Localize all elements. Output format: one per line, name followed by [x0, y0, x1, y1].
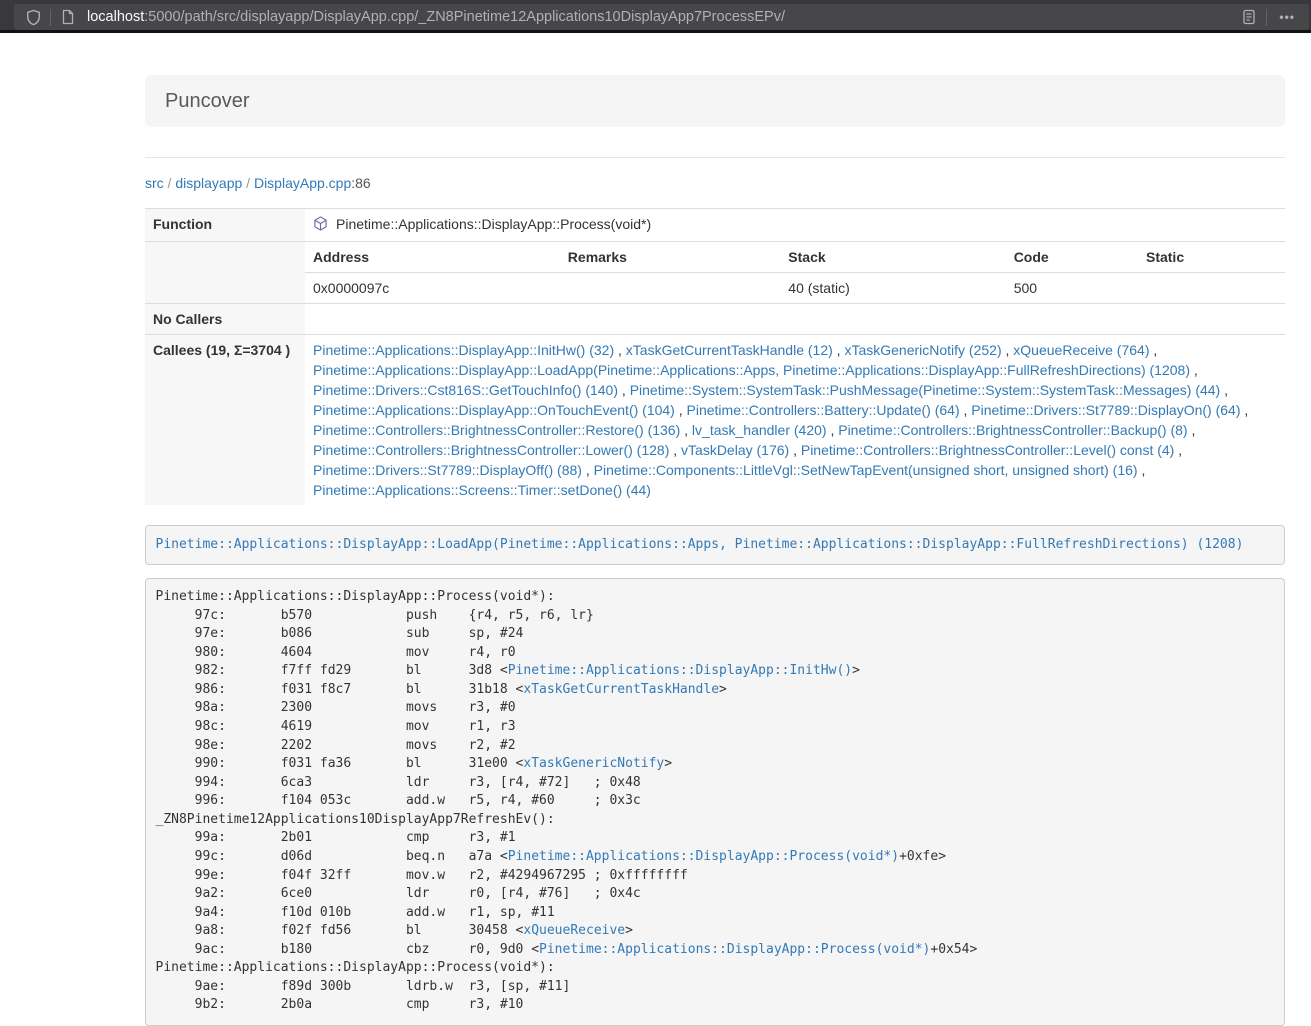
callee-separator: , — [827, 422, 839, 438]
callee-link[interactable]: xQueueReceive (764) — [1013, 342, 1149, 358]
breadcrumb: src / displayapp / DisplayApp.cpp:86 — [145, 173, 1285, 193]
stats-row-label — [145, 242, 305, 304]
callers-row: No Callers — [145, 304, 1285, 335]
value-remarks — [560, 273, 781, 304]
callee-link[interactable]: Pinetime::Controllers::BrightnessControl… — [313, 442, 669, 458]
breadcrumb-link[interactable]: DisplayApp.cpp — [254, 175, 351, 191]
callee-separator: , — [1188, 422, 1196, 438]
stats-cell: Address Remarks Stack Code Static 0x0000… — [305, 242, 1285, 304]
shield-icon[interactable] — [20, 6, 46, 28]
highlighted-callee-link[interactable]: Pinetime::Applications::DisplayApp::Load… — [156, 537, 1244, 552]
col-address: Address — [305, 242, 560, 273]
cube-icon — [313, 218, 328, 234]
url-path: :5000/path/src/displayapp/DisplayApp.cpp… — [144, 9, 785, 25]
page-title: Puncover — [165, 88, 1265, 114]
callee-separator: , — [789, 442, 801, 458]
callee-link[interactable]: xTaskGetCurrentTaskHandle (12) — [626, 342, 833, 358]
function-detail-table: Function Pinetime::Applications::Display… — [145, 208, 1285, 505]
callee-link[interactable]: Pinetime::Drivers::Cst816S::GetTouchInfo… — [313, 382, 618, 398]
callee-separator: , — [680, 422, 692, 438]
reader-mode-icon[interactable] — [1236, 6, 1262, 28]
divider — [145, 157, 1285, 158]
callee-link[interactable]: vTaskDelay (176) — [681, 442, 789, 458]
asm-symbol-link[interactable]: xQueueReceive — [523, 923, 625, 938]
callee-separator: , — [1174, 442, 1182, 458]
asm-symbol-link[interactable]: Pinetime::Applications::DisplayApp::Proc… — [539, 942, 930, 957]
page-actions-menu-icon[interactable]: ••• — [1271, 10, 1303, 24]
value-static — [1138, 273, 1285, 304]
function-row: Function Pinetime::Applications::Display… — [145, 209, 1285, 242]
callee-link[interactable]: Pinetime::Applications::DisplayApp::Init… — [313, 342, 614, 358]
callee-separator: , — [618, 382, 630, 398]
callee-link[interactable]: Pinetime::Controllers::BrightnessControl… — [838, 422, 1187, 438]
asm-symbol-link[interactable]: xTaskGetCurrentTaskHandle — [523, 682, 719, 697]
value-code: 500 — [1006, 273, 1138, 304]
col-remarks: Remarks — [560, 242, 781, 273]
callee-separator: , — [1138, 462, 1146, 478]
callee-link[interactable]: Pinetime::Applications::DisplayApp::Load… — [313, 362, 1190, 378]
callees-label: Callees (19, Σ=3704 ) — [145, 335, 305, 506]
callees-cell: Pinetime::Applications::DisplayApp::Init… — [305, 335, 1285, 506]
callee-separator: , — [582, 462, 594, 478]
asm-symbol-link[interactable]: xTaskGenericNotify — [523, 756, 664, 771]
assembly-listing: Pinetime::Applications::DisplayApp::Proc… — [145, 578, 1285, 1026]
stats-values-row: 0x0000097c 40 (static) 500 — [305, 273, 1285, 304]
callers-cell — [305, 304, 1285, 335]
callee-separator: , — [1190, 362, 1198, 378]
callee-link[interactable]: Pinetime::Applications::DisplayApp::OnTo… — [313, 402, 675, 418]
col-stack: Stack — [780, 242, 1005, 273]
col-code: Code — [1006, 242, 1138, 273]
browser-chrome: localhost:5000/path/src/displayapp/Displ… — [0, 0, 1311, 33]
callee-link[interactable]: Pinetime::System::SystemTask::PushMessag… — [630, 382, 1221, 398]
asm-symbol-link[interactable]: Pinetime::Applications::DisplayApp::Init… — [508, 663, 852, 678]
breadcrumb-link[interactable]: src — [145, 175, 164, 191]
value-address: 0x0000097c — [305, 273, 560, 304]
function-name-cell: Pinetime::Applications::DisplayApp::Proc… — [305, 209, 1285, 242]
breadcrumb-separator: / — [242, 175, 254, 191]
callee-link[interactable]: xTaskGenericNotify (252) — [844, 342, 1001, 358]
callee-link[interactable]: lv_task_handler (420) — [692, 422, 827, 438]
breadcrumb-line-number: :86 — [351, 175, 370, 191]
callee-separator: , — [1241, 402, 1249, 418]
value-stack: 40 (static) — [780, 273, 1005, 304]
callee-separator: , — [675, 402, 687, 418]
asm-symbol-link[interactable]: Pinetime::Applications::DisplayApp::Proc… — [508, 849, 899, 864]
callers-label: No Callers — [145, 304, 305, 335]
callee-separator: , — [1149, 342, 1157, 358]
callees-row: Callees (19, Σ=3704 ) Pinetime::Applicat… — [145, 335, 1285, 506]
callee-separator: , — [1002, 342, 1014, 358]
callee-link[interactable]: Pinetime::Controllers::BrightnessControl… — [313, 422, 680, 438]
app-header: Puncover — [145, 75, 1285, 127]
url-bar-divider — [50, 9, 51, 26]
stats-row: Address Remarks Stack Code Static 0x0000… — [145, 242, 1285, 304]
callee-separator: , — [614, 342, 626, 358]
callee-link[interactable]: Pinetime::Applications::Screens::Timer::… — [313, 482, 651, 498]
url-bar[interactable]: localhost:5000/path/src/displayapp/Displ… — [14, 4, 1309, 30]
callee-link[interactable]: Pinetime::Controllers::Battery::Update()… — [687, 402, 960, 418]
function-row-label: Function — [145, 209, 305, 242]
url-bar-divider — [1266, 9, 1267, 26]
callee-separator: , — [669, 442, 681, 458]
stats-table: Address Remarks Stack Code Static 0x0000… — [305, 242, 1285, 303]
stats-header-row: Address Remarks Stack Code Static — [305, 242, 1285, 273]
callee-separator: , — [833, 342, 845, 358]
function-name: Pinetime::Applications::DisplayApp::Proc… — [336, 216, 651, 232]
page-container: Puncover src / displayapp / DisplayApp.c… — [145, 33, 1285, 1026]
callee-link[interactable]: Pinetime::Components::LittleVgl::SetNewT… — [594, 462, 1138, 478]
address-input[interactable]: localhost:5000/path/src/displayapp/Displ… — [87, 9, 1236, 25]
breadcrumb-separator: / — [164, 175, 176, 191]
callee-separator: , — [960, 402, 972, 418]
callee-link[interactable]: Pinetime::Drivers::St7789::DisplayOn() (… — [971, 402, 1240, 418]
highlighted-callee-box: Pinetime::Applications::DisplayApp::Load… — [145, 525, 1285, 565]
callee-separator: , — [1220, 382, 1228, 398]
callee-link[interactable]: Pinetime::Drivers::St7789::DisplayOff() … — [313, 462, 582, 478]
url-host: localhost — [87, 9, 144, 25]
col-static: Static — [1138, 242, 1285, 273]
breadcrumb-link[interactable]: displayapp — [175, 175, 242, 191]
page-icon[interactable] — [55, 6, 81, 28]
callee-link[interactable]: Pinetime::Controllers::BrightnessControl… — [801, 442, 1174, 458]
